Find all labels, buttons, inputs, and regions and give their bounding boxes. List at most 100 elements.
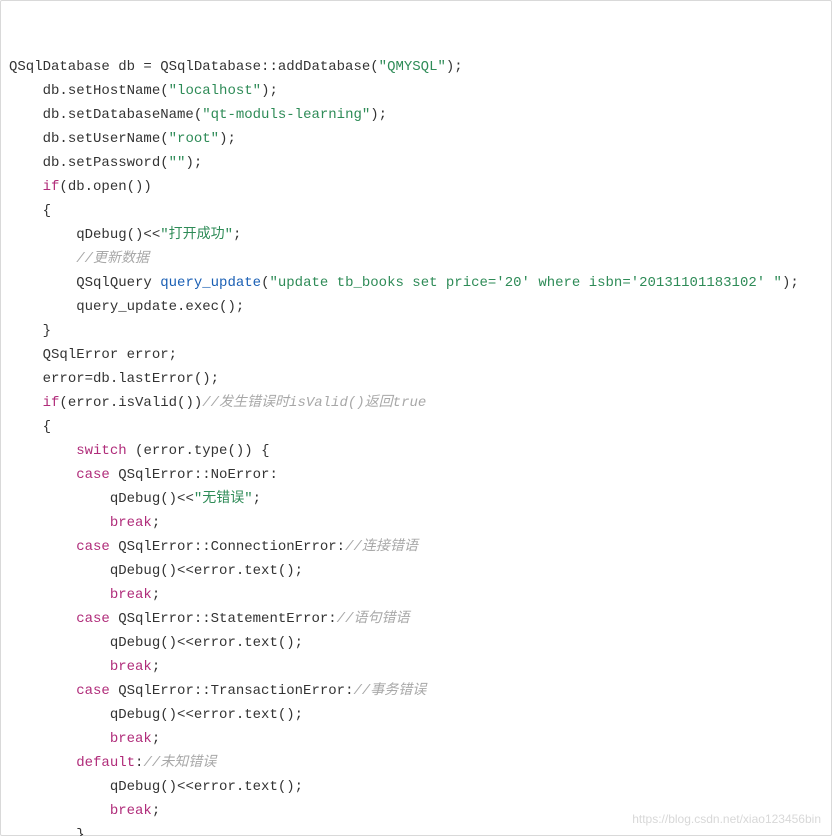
- code-line: default://未知错误: [9, 751, 823, 775]
- indent: [9, 179, 43, 195]
- token-type: db.setUserName(: [43, 131, 169, 147]
- token-str: "QMYSQL": [379, 59, 446, 75]
- indent: [9, 275, 76, 291]
- indent: [9, 611, 76, 627]
- indent: [9, 563, 110, 579]
- code-line: qDebug()<<error.text();: [9, 631, 823, 655]
- token-kw: break: [110, 587, 152, 603]
- token-type: (db.open()): [59, 179, 151, 195]
- indent: [9, 299, 76, 315]
- code-line: db.setPassword("");: [9, 151, 823, 175]
- code-line: qDebug()<<"无错误";: [9, 487, 823, 511]
- token-type: qDebug()<<error.text();: [110, 563, 303, 579]
- code-line: QSqlDatabase db = QSqlDatabase::addDatab…: [9, 55, 823, 79]
- token-type: ;: [152, 659, 160, 675]
- token-cmt: //发生错误时isValid()返回true: [202, 395, 426, 411]
- indent: [9, 635, 110, 651]
- token-type: }: [76, 827, 84, 836]
- token-kw: case: [76, 467, 110, 483]
- token-cmt: //未知错误: [143, 755, 216, 771]
- token-kw: switch: [76, 443, 126, 459]
- token-type: qDebug()<<error.text();: [110, 779, 303, 795]
- indent: [9, 83, 43, 99]
- code-line: }: [9, 319, 823, 343]
- code-line: break;: [9, 583, 823, 607]
- code-line: if(error.isValid())//发生错误时isValid()返回tru…: [9, 391, 823, 415]
- token-type: db.setPassword(: [43, 155, 169, 171]
- token-kw: case: [76, 683, 110, 699]
- code-line: QSqlError error;: [9, 343, 823, 367]
- indent: [9, 107, 43, 123]
- code-line: qDebug()<<error.text();: [9, 775, 823, 799]
- token-str: "打开成功": [160, 227, 233, 243]
- token-type: (error.isValid()): [59, 395, 202, 411]
- token-cmt: //更新数据: [76, 251, 149, 267]
- code-line: qDebug()<<error.text();: [9, 703, 823, 727]
- indent: [9, 779, 110, 795]
- token-type: ;: [253, 491, 261, 507]
- token-kw: break: [110, 731, 152, 747]
- indent: [9, 707, 110, 723]
- token-type: error=db.lastError();: [43, 371, 219, 387]
- indent: [9, 515, 110, 531]
- indent: [9, 419, 43, 435]
- token-kw: break: [110, 803, 152, 819]
- code-line: case QSqlError::StatementError://语句错语: [9, 607, 823, 631]
- code-line: //更新数据: [9, 247, 823, 271]
- code-block: QSqlDatabase db = QSqlDatabase::addDatab…: [0, 0, 832, 836]
- indent: [9, 827, 76, 836]
- code-line: db.setDatabaseName("qt-moduls-learning")…: [9, 103, 823, 127]
- code-line: case QSqlError::TransactionError://事务错误: [9, 679, 823, 703]
- token-type: QSqlError::TransactionError:: [110, 683, 354, 699]
- code-line: if(db.open()): [9, 175, 823, 199]
- indent: [9, 539, 76, 555]
- token-type: query_update.exec();: [76, 299, 244, 315]
- token-type: );: [185, 155, 202, 171]
- token-kw: case: [76, 611, 110, 627]
- code-line: db.setHostName("localhost");: [9, 79, 823, 103]
- token-type: QSqlQuery: [76, 275, 160, 291]
- code-line: case QSqlError::NoError:: [9, 463, 823, 487]
- code-line: break;: [9, 511, 823, 535]
- code-line: {: [9, 415, 823, 439]
- watermark-text: https://blog.csdn.net/xiao123456bin: [632, 807, 821, 831]
- token-type: ;: [233, 227, 241, 243]
- token-cmt: //事务错误: [353, 683, 426, 699]
- token-type: );: [370, 107, 387, 123]
- token-type: db.setHostName(: [43, 83, 169, 99]
- token-str: "localhost": [169, 83, 261, 99]
- token-type: db.setDatabaseName(: [43, 107, 203, 123]
- code-lines: QSqlDatabase db = QSqlDatabase::addDatab…: [9, 55, 823, 836]
- token-str: "qt-moduls-learning": [202, 107, 370, 123]
- indent: [9, 683, 76, 699]
- indent: [9, 755, 76, 771]
- token-type: ;: [152, 731, 160, 747]
- token-kw: break: [110, 659, 152, 675]
- indent: [9, 731, 110, 747]
- token-str: "无错误": [194, 491, 253, 507]
- code-line: break;: [9, 655, 823, 679]
- indent: [9, 227, 76, 243]
- token-str: "": [169, 155, 186, 171]
- token-type: qDebug()<<error.text();: [110, 707, 303, 723]
- code-line: case QSqlError::ConnectionError://连接错语: [9, 535, 823, 559]
- code-line: QSqlQuery query_update("update tb_books …: [9, 271, 823, 295]
- indent: [9, 131, 43, 147]
- indent: [9, 323, 43, 339]
- indent: [9, 371, 43, 387]
- code-line: query_update.exec();: [9, 295, 823, 319]
- token-type: );: [446, 59, 463, 75]
- token-kw: case: [76, 539, 110, 555]
- token-type: );: [261, 83, 278, 99]
- indent: [9, 251, 76, 267]
- indent: [9, 491, 110, 507]
- token-str: "root": [169, 131, 219, 147]
- token-kw: if: [43, 395, 60, 411]
- indent: [9, 155, 43, 171]
- code-line: switch (error.type()) {: [9, 439, 823, 463]
- indent: [9, 443, 76, 459]
- token-type: (error.type()) {: [127, 443, 270, 459]
- token-var: query_update: [160, 275, 261, 291]
- token-type: );: [782, 275, 799, 291]
- token-type: qDebug()<<: [110, 491, 194, 507]
